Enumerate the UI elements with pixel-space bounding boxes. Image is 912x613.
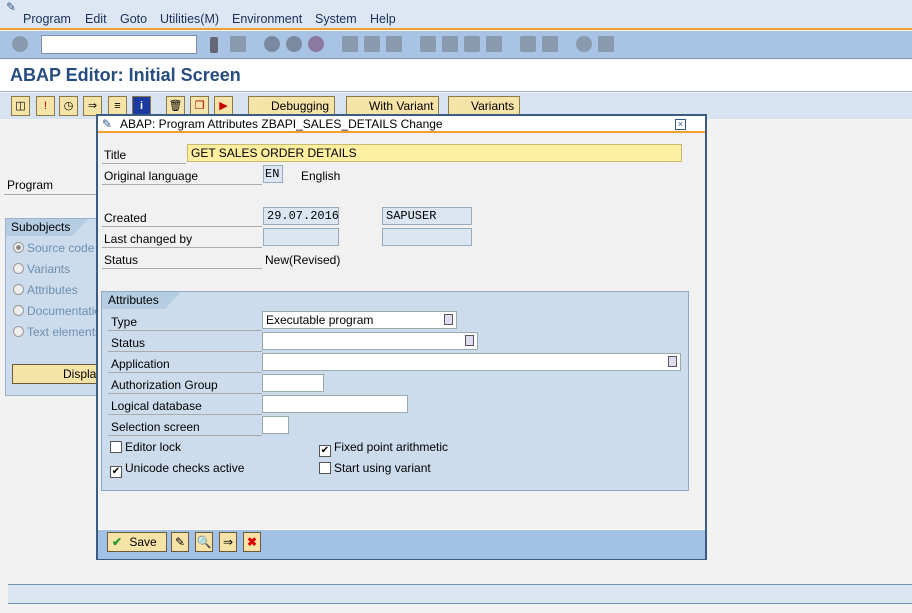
status-value: New(Revised) xyxy=(265,253,341,267)
info-icon[interactable]: i xyxy=(132,96,151,116)
last-page-icon[interactable] xyxy=(486,36,502,52)
display-button[interactable]: Display xyxy=(12,364,102,384)
find-next-icon[interactable] xyxy=(386,36,402,52)
divider xyxy=(4,194,96,195)
authorization-group-label: Authorization Group xyxy=(111,378,218,392)
application-select[interactable] xyxy=(262,353,681,371)
dropdown-icon[interactable] xyxy=(465,335,474,346)
changed-date xyxy=(263,228,339,246)
editor-lock-checkbox[interactable]: Editor lock xyxy=(110,440,181,454)
menu-program[interactable]: Program xyxy=(23,12,71,26)
dialog-title-bar: ABAP: Program Attributes ZBAPI_SALES_DET… xyxy=(98,116,705,133)
page-title: ABAP Editor: Initial Screen xyxy=(10,65,241,85)
program-label: Program xyxy=(7,178,54,192)
type-label: Type xyxy=(111,315,138,329)
unicode-checks-checkbox[interactable]: ✔ Unicode checks active xyxy=(110,461,244,478)
menu-system[interactable]: System xyxy=(315,12,357,26)
layout-icon[interactable] xyxy=(598,36,614,52)
enter-icon[interactable] xyxy=(12,36,28,52)
title-input[interactable]: GET SALES ORDER DETAILS xyxy=(187,144,682,162)
fixed-point-checkbox[interactable]: ✔ Fixed point arithmetic xyxy=(319,440,448,457)
status-select[interactable] xyxy=(262,332,478,350)
save-button[interactable]: ✔ Save xyxy=(107,532,167,552)
command-field[interactable] xyxy=(41,35,197,54)
checkmark-icon: ✔ xyxy=(112,535,123,549)
dropdown-icon[interactable] xyxy=(668,356,677,367)
exit-icon[interactable] xyxy=(286,36,302,52)
edit-icon[interactable]: ✎ xyxy=(171,532,189,552)
delete-icon[interactable]: 🗑 xyxy=(166,96,185,116)
dropdown-icon[interactable] xyxy=(444,314,453,325)
back-icon[interactable] xyxy=(264,36,280,52)
menu-utilities[interactable]: Utilities(M) xyxy=(160,12,219,26)
original-language-code: EN xyxy=(263,165,283,183)
radio-source-code[interactable]: Source code xyxy=(13,241,94,255)
previous-page-icon[interactable] xyxy=(442,36,458,52)
variants-button[interactable]: Variants xyxy=(448,96,521,116)
title-label: Title xyxy=(104,148,127,162)
display-object-icon[interactable]: 🔍 xyxy=(195,532,213,552)
original-language-name: English xyxy=(301,169,341,183)
menu-help[interactable]: Help xyxy=(370,12,396,26)
help-icon[interactable] xyxy=(576,36,592,52)
copy-icon[interactable]: ❐ xyxy=(190,96,209,116)
dialog-footer xyxy=(98,529,705,559)
type-select[interactable]: Executable program xyxy=(262,311,457,329)
created-label: Created xyxy=(104,211,147,225)
cancel-icon[interactable] xyxy=(308,36,324,52)
back-arrow-icon[interactable] xyxy=(210,37,218,53)
execute-icon[interactable]: ◷ xyxy=(59,96,78,116)
subobjects-group: Subobjects Source code Variants Attribut… xyxy=(5,218,108,396)
close-icon[interactable]: × xyxy=(675,119,686,130)
selection-screen-label: Selection screen xyxy=(111,420,200,434)
where-used-icon[interactable]: ⇒ xyxy=(83,96,102,116)
menu-goto[interactable]: Goto xyxy=(120,12,147,26)
menu-edit[interactable]: Edit xyxy=(85,12,107,26)
window-icon: ✎ xyxy=(6,0,17,14)
original-language-label: Original language xyxy=(104,169,199,183)
debugging-button[interactable]: Debugging xyxy=(248,96,336,116)
subobjects-header: Subobjects xyxy=(6,219,89,236)
with-variant-button[interactable]: With Variant xyxy=(346,96,440,116)
find-icon[interactable] xyxy=(364,36,380,52)
rename-icon[interactable]: ▶ xyxy=(214,96,233,116)
created-date: 29.07.2016 xyxy=(263,207,339,225)
new-session-icon[interactable] xyxy=(520,36,536,52)
activate-icon[interactable]: ! xyxy=(36,96,55,116)
status-label: Status xyxy=(104,253,139,267)
first-page-icon[interactable] xyxy=(420,36,436,52)
radio-variants[interactable]: Variants xyxy=(13,262,70,276)
window-icon: ✎ xyxy=(102,117,113,131)
menu-environment[interactable]: Environment xyxy=(232,12,302,26)
changed-user xyxy=(382,228,472,246)
radio-documentation[interactable]: Documentation xyxy=(13,304,108,318)
logical-database-label: Logical database xyxy=(111,399,202,413)
radio-text-elements[interactable]: Text elements xyxy=(13,325,101,339)
save-icon[interactable] xyxy=(230,36,246,52)
attributes-group: Attributes Type Executable program Statu… xyxy=(101,291,689,491)
status-bar xyxy=(8,584,912,604)
other-object-icon[interactable]: ◫ xyxy=(11,96,30,116)
status-attr-label: Status xyxy=(111,336,146,350)
next-page-icon[interactable] xyxy=(464,36,480,52)
shortcut-icon[interactable] xyxy=(542,36,558,52)
print-icon[interactable] xyxy=(342,36,358,52)
radio-attributes[interactable]: Attributes xyxy=(13,283,78,297)
navigate-icon[interactable]: ⇒ xyxy=(219,532,237,552)
selection-screen-input[interactable] xyxy=(262,416,289,434)
application-label: Application xyxy=(111,357,170,371)
authorization-group-input[interactable] xyxy=(262,374,324,392)
logical-database-input[interactable] xyxy=(262,395,408,413)
start-variant-checkbox[interactable]: Start using variant xyxy=(319,461,431,475)
program-attributes-dialog: ABAP: Program Attributes ZBAPI_SALES_DET… xyxy=(96,114,707,560)
attributes-header: Attributes xyxy=(102,292,181,309)
last-changed-label: Last changed by xyxy=(104,232,193,246)
hierarchy-icon[interactable]: ≡ xyxy=(108,96,127,116)
cancel-icon[interactable]: ✖ xyxy=(243,532,261,552)
created-user: SAPUSER xyxy=(382,207,472,225)
menu-bar: ✎ Program Edit Goto Utilities(M) Environ… xyxy=(0,0,912,30)
